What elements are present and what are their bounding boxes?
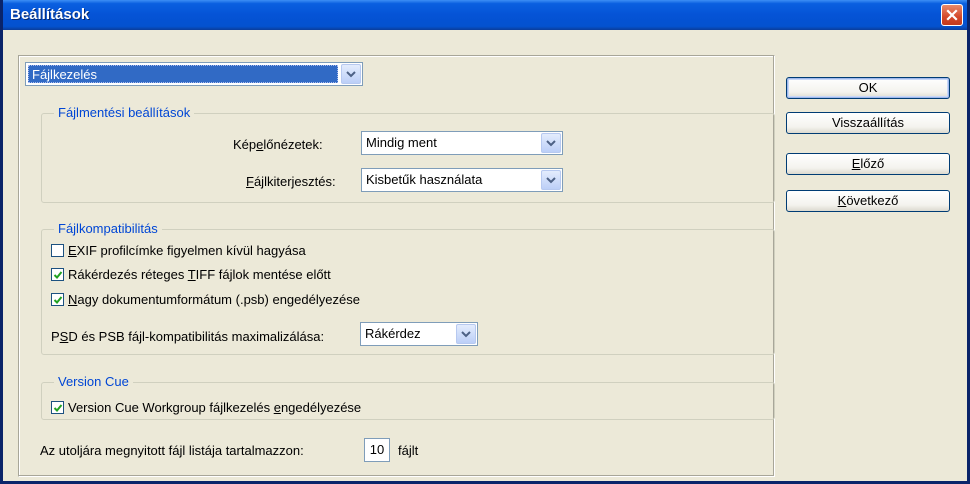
page-select-value: Fájlkezelés [28,65,338,83]
recent-files-input[interactable]: 10 [364,438,390,462]
page-select[interactable]: Fájlkezelés [25,62,363,86]
exif-checkbox[interactable] [51,244,64,257]
image-previews-value: Mindig ment [366,135,437,150]
psb-option[interactable]: Nagy dokumentumformátum (.psb) engedélye… [51,292,360,307]
chevron-down-icon[interactable] [541,170,561,190]
file-compatibility-title: Fájlkompatibilitás [54,221,162,236]
file-extension-label: Fájlkiterjesztés: [246,174,336,189]
close-button[interactable] [941,4,963,26]
check-icon [53,296,63,304]
ok-button[interactable]: OK [786,77,950,99]
psb-checkbox[interactable] [51,293,64,306]
version-cue-option[interactable]: Version Cue Workgroup fájlkezelés engedé… [51,400,361,415]
file-save-options-title: Fájlmentési beállítások [54,105,195,120]
file-extension-select[interactable]: Kisbetűk használata [361,168,563,192]
version-cue-label: Version Cue Workgroup fájlkezelés engedé… [68,400,362,415]
image-previews-select[interactable]: Mindig ment [361,131,563,155]
reset-button[interactable]: Visszaállítás [786,112,950,134]
dialog-window: Beállítások Fájlkezelés Fájlmentési beál… [0,0,970,484]
check-icon [53,271,63,279]
close-icon [946,9,958,21]
version-cue-title: Version Cue [54,374,133,389]
tiff-option[interactable]: Rákérdezés réteges TIFF fájlok mentése e… [51,267,331,282]
recent-files-label: Az utoljára megnyitott fájl listája tart… [40,443,304,458]
tiff-checkbox[interactable] [51,268,64,281]
maximize-compat-label: PSD és PSB fájl-kompatibilitás maximaliz… [51,329,325,344]
title-bar[interactable]: Beállítások [3,0,967,30]
previous-button[interactable]: Előző [786,153,950,175]
recent-files-suffix: fájlt [398,443,419,458]
version-cue-checkbox[interactable] [51,401,64,414]
exif-label: EXIF profilcímke figyelmen kívül hagyása [68,243,306,258]
next-button[interactable]: Következő [786,190,950,212]
tiff-label: Rákérdezés réteges TIFF fájlok mentése e… [68,267,331,282]
file-extension-value: Kisbetűk használata [366,172,483,187]
maximize-compat-value: Rákérdez [365,326,421,341]
maximize-compat-select[interactable]: Rákérdez [360,322,478,346]
psb-label: Nagy dokumentumformátum (.psb) engedélye… [68,292,360,307]
exif-option[interactable]: EXIF profilcímke figyelmen kívül hagyása [51,243,306,258]
image-previews-label: Képelőnézetek: [233,137,323,152]
check-icon [53,404,63,412]
window-title: Beállítások [10,6,90,23]
chevron-down-icon[interactable] [456,324,476,344]
chevron-down-icon[interactable] [341,64,361,84]
chevron-down-icon[interactable] [541,133,561,153]
